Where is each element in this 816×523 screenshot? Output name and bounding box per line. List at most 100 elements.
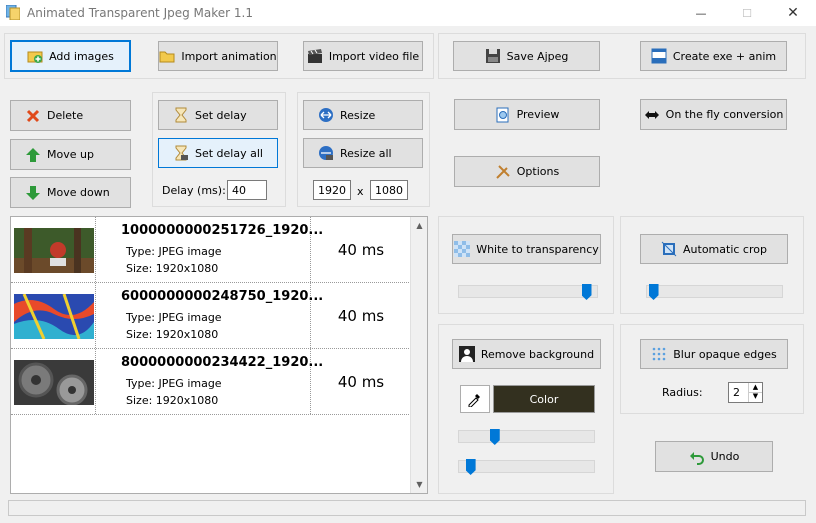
white-transparency-group — [438, 216, 614, 314]
maximize-button[interactable]: ☐ — [724, 0, 770, 26]
image-row[interactable]: 6000000000248750_1920... Type: JPEG imag… — [11, 283, 411, 349]
white-threshold-slider[interactable] — [458, 285, 598, 298]
white-to-transparency-button[interactable]: White to transparency — [452, 234, 601, 264]
automatic-crop-button[interactable]: Automatic crop — [640, 234, 788, 264]
double-arrow-icon — [644, 110, 659, 119]
hourglass-icon — [175, 107, 187, 123]
move-up-label: Move up — [47, 148, 94, 161]
minimize-button[interactable]: — — [678, 0, 724, 26]
checkerboard-icon — [454, 241, 471, 257]
exe-icon — [651, 48, 667, 64]
resize-icon — [319, 108, 333, 122]
save-button[interactable]: Save Ajpeg — [453, 41, 600, 71]
image-name: 8000000000234422_1920... — [121, 355, 324, 370]
on-the-fly-button[interactable]: On the fly conversion — [640, 99, 787, 130]
create-exe-button[interactable]: Create exe + anim — [640, 41, 787, 71]
image-row[interactable]: 1000000000251726_1920... Type: JPEG imag… — [11, 217, 411, 283]
radius-spinner[interactable]: 2 ▲ ▼ — [728, 382, 763, 403]
options-label: Options — [516, 165, 560, 178]
delete-x-icon — [26, 109, 40, 122]
crop-group — [620, 216, 804, 314]
app-icon — [6, 5, 20, 20]
resize-all-icon — [319, 146, 333, 160]
undo-arrow-icon — [689, 451, 704, 465]
image-row[interactable]: 8000000000234422_1920... Type: JPEG imag… — [11, 349, 411, 415]
image-delay: 40 ms — [337, 241, 385, 259]
image-name: 6000000000248750_1920... — [121, 289, 324, 304]
radius-label: Radius: — [662, 386, 703, 399]
set-delay-label: Set delay — [195, 108, 247, 122]
resize-button[interactable]: Resize — [303, 100, 423, 130]
color-swatch[interactable]: Color — [493, 385, 595, 413]
image-thumbnail — [14, 228, 94, 273]
remove-background-label: Remove background — [480, 347, 595, 361]
on-the-fly-label: On the fly conversion — [665, 108, 784, 121]
folder-icon — [159, 51, 175, 63]
delete-button[interactable]: Delete — [10, 100, 131, 131]
delay-input[interactable]: 40 — [227, 180, 267, 200]
clapperboard-icon — [307, 49, 322, 63]
bg-tolerance-slider[interactable] — [458, 430, 595, 443]
image-type: Type: JPEG image — [126, 245, 222, 258]
preview-button[interactable]: Preview — [454, 99, 600, 130]
tools-icon — [496, 164, 510, 179]
resize-all-label: Resize all — [340, 146, 392, 160]
delay-label: Delay (ms): — [162, 184, 226, 197]
status-bar — [8, 500, 806, 516]
move-down-label: Move down — [47, 186, 110, 199]
automatic-crop-label: Automatic crop — [683, 242, 767, 256]
import-animation-button[interactable]: Import animation — [158, 41, 278, 71]
options-button[interactable]: Options — [454, 156, 600, 187]
image-size: Size: 1920x1080 — [126, 394, 219, 407]
width-input[interactable]: 1920 — [313, 180, 351, 200]
hourglass-all-icon — [175, 145, 188, 161]
set-delay-all-button[interactable]: Set delay all — [158, 138, 278, 168]
preview-label: Preview — [516, 108, 560, 121]
white-to-transparency-label: White to transparency — [476, 242, 599, 256]
list-scrollbar[interactable]: ▲ ▼ — [410, 217, 427, 493]
remove-background-button[interactable]: Remove background — [452, 339, 601, 369]
resize-all-button[interactable]: Resize all — [303, 138, 423, 168]
add-images-label: Add images — [49, 49, 114, 63]
window-title: Animated Transparent Jpeg Maker 1.1 — [27, 6, 253, 20]
magnifier-icon — [496, 107, 509, 122]
move-up-button[interactable]: Move up — [10, 139, 131, 170]
blur-opaque-edges-button[interactable]: Blur opaque edges — [640, 339, 788, 369]
set-delay-all-label: Set delay all — [195, 146, 263, 160]
import-animation-label: Import animation — [181, 49, 277, 63]
image-size: Size: 1920x1080 — [126, 328, 219, 341]
delete-label: Delete — [47, 109, 84, 122]
resize-label: Resize — [340, 108, 376, 122]
create-exe-label: Create exe + anim — [672, 49, 777, 63]
arrow-down-icon — [26, 185, 40, 200]
close-button[interactable]: ✕ — [770, 0, 816, 26]
blur-opaque-edges-label: Blur opaque edges — [673, 347, 777, 361]
import-video-button[interactable]: Import video file — [303, 41, 423, 71]
image-thumbnail — [14, 294, 94, 339]
radius-value: 2 — [733, 386, 740, 399]
crop-icon — [661, 241, 677, 257]
minimize-icon: — — [695, 6, 707, 20]
scroll-up-arrow[interactable]: ▲ — [411, 217, 428, 234]
crop-threshold-slider[interactable] — [646, 285, 783, 298]
blur-dots-icon — [652, 347, 666, 361]
save-label: Save Ajpeg — [506, 49, 569, 63]
spin-down-icon[interactable]: ▼ — [748, 392, 762, 402]
undo-label: Undo — [710, 450, 740, 463]
import-video-label: Import video file — [328, 49, 420, 63]
add-images-icon — [27, 51, 43, 63]
move-down-button[interactable]: Move down — [10, 177, 131, 208]
undo-button[interactable]: Undo — [655, 441, 773, 472]
close-icon: ✕ — [787, 5, 799, 21]
image-name: 1000000000251726_1920... — [121, 223, 324, 238]
add-images-button[interactable]: Add images — [10, 40, 131, 72]
color-picker-button[interactable] — [460, 385, 490, 413]
image-type: Type: JPEG image — [126, 311, 222, 324]
bg-smoothing-slider[interactable] — [458, 460, 595, 473]
scroll-down-arrow[interactable]: ▼ — [411, 476, 428, 493]
image-list[interactable]: 1000000000251726_1920... Type: JPEG imag… — [10, 216, 428, 494]
height-input[interactable]: 1080 — [370, 180, 408, 200]
image-delay: 40 ms — [337, 307, 385, 325]
set-delay-button[interactable]: Set delay — [158, 100, 278, 130]
maximize-icon: ☐ — [742, 6, 752, 20]
